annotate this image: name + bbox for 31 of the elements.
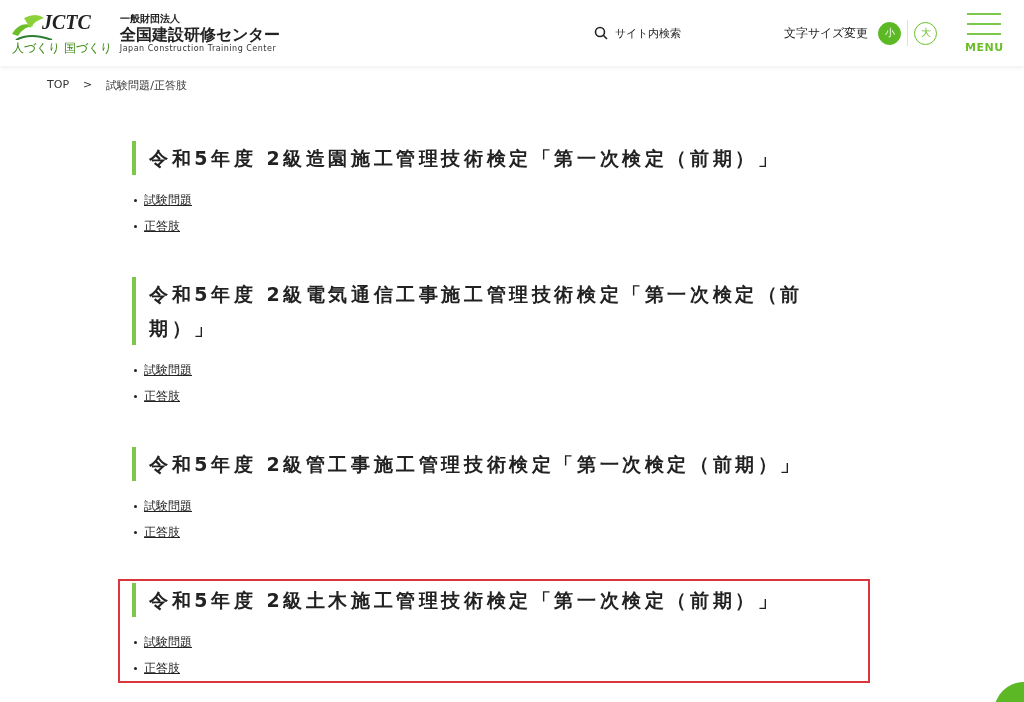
document-link[interactable]: 試験問題 [144, 498, 192, 514]
breadcrumb-separator: > [83, 78, 93, 93]
site-search-link[interactable]: サイト内検索 [594, 25, 784, 41]
org-name: 全国建設研修センター [119, 24, 280, 44]
document-link[interactable]: 正答肢 [144, 388, 180, 404]
bullet-icon [134, 198, 137, 202]
bullet-icon [134, 368, 137, 372]
search-icon [594, 26, 608, 40]
breadcrumb-item[interactable]: TOP [47, 78, 69, 93]
section-heading: 令和5年度 2級造園施工管理技術検定「第一次検定（前期）」 [132, 141, 824, 175]
document-link[interactable]: 正答肢 [144, 218, 180, 234]
document-link[interactable]: 正答肢 [144, 524, 180, 540]
document-link[interactable]: 試験問題 [144, 362, 192, 378]
org-type: 一般財団法人 [119, 12, 181, 25]
breadcrumb-item: 試験問題/正答肢 [106, 78, 187, 93]
font-size-label: 文字サイズ変更 [784, 24, 868, 42]
document-link[interactable]: 試験問題 [144, 192, 192, 208]
section-heading: 令和5年度 2級管工事施工管理技術検定「第一次検定（前期）」 [132, 447, 824, 481]
document-link[interactable]: 正答肢 [144, 660, 180, 676]
section-heading: 令和5年度 2級土木施工管理技術検定「第一次検定（前期）」 [132, 583, 856, 617]
logo-tagline: 人づくり 国づくり [12, 39, 112, 57]
org-name-english: Japan Construction Training Center [119, 43, 278, 54]
bullet-icon [134, 640, 137, 644]
logo-mark: JCTC [42, 9, 92, 34]
bullet-icon [134, 504, 137, 508]
section-heading: 令和5年度 2級電気通信工事施工管理技術検定「第一次検定（前期）」 [132, 277, 824, 345]
document-link[interactable]: 試験問題 [144, 634, 192, 650]
bullet-icon [134, 666, 137, 670]
bullet-icon [134, 530, 137, 534]
bullet-icon [134, 394, 137, 398]
bullet-icon [134, 224, 137, 228]
